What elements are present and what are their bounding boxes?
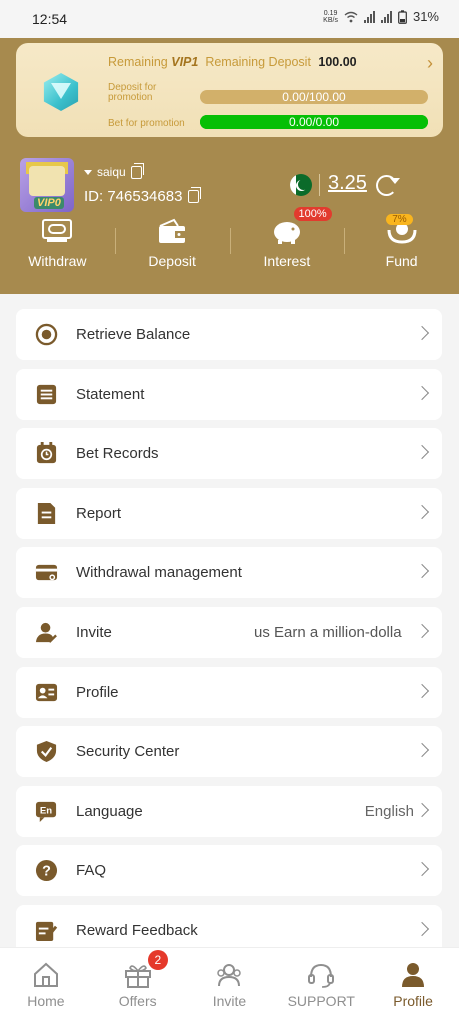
- report-icon: [37, 502, 56, 524]
- menu-item-security-center[interactable]: Security Center: [16, 726, 442, 778]
- invite-marquee: us Earn a million-dolla: [254, 623, 402, 641]
- menu-item-retrieve-balance[interactable]: Retrieve Balance: [16, 309, 442, 360]
- remaining-deposit-value: 100.00: [318, 55, 357, 69]
- action-interest[interactable]: 100% Interest: [229, 207, 345, 276]
- wifi-icon: [344, 11, 358, 22]
- chevron-right-icon: [414, 743, 430, 758]
- profile-card-icon: [35, 683, 58, 701]
- withdraw-icon: [42, 219, 73, 242]
- language-icon-text: En: [40, 805, 52, 816]
- battery-icon: [398, 9, 407, 24]
- balance-divider: [319, 174, 320, 196]
- profile-icon: [402, 963, 425, 987]
- copy-id-icon[interactable]: [188, 187, 202, 203]
- nav-offers[interactable]: 2 Offers: [92, 948, 184, 1024]
- status-icons: 0.19 KB/s 31%: [323, 9, 439, 24]
- headset-icon: [308, 963, 335, 988]
- nav-invite[interactable]: Invite: [184, 948, 276, 1024]
- quick-actions: Withdraw Deposit 100% Interest 7% Fund: [0, 207, 459, 276]
- action-fund[interactable]: 7% Fund: [344, 214, 459, 276]
- menu-item-profile[interactable]: Profile: [16, 666, 442, 718]
- vip-level: VIP1: [171, 55, 199, 69]
- nav-profile[interactable]: Profile: [367, 948, 459, 1024]
- faq-icon: ?: [35, 860, 58, 882]
- interest-badge: 100%: [293, 207, 332, 221]
- avatar-vip-badge: VIP0: [34, 197, 64, 209]
- menu-item-language[interactable]: En Language English: [16, 785, 442, 837]
- nav-home[interactable]: Home: [0, 948, 92, 1024]
- statement-icon: [36, 384, 57, 404]
- language-value: English: [364, 802, 414, 820]
- chevron-right-icon: [414, 862, 430, 877]
- menu-item-bet-records[interactable]: Bet Records: [16, 428, 442, 480]
- deposit-progress-bar: 0.00/100.00: [200, 90, 428, 104]
- action-withdraw[interactable]: Withdraw: [0, 216, 115, 276]
- chevron-right-icon: [414, 802, 430, 817]
- balance[interactable]: 3.25: [328, 172, 367, 195]
- avatar[interactable]: VIP0: [20, 158, 74, 212]
- bet-promotion-label: Bet for promotion: [108, 118, 185, 129]
- chevron-right-icon: [414, 385, 430, 400]
- vip-remaining-line: Remaining VIP1 Remaining Deposit 100.00: [108, 55, 357, 69]
- signal-icon-2: [380, 10, 392, 23]
- user-id-row: ID: 746534683: [84, 187, 202, 205]
- menu-item-statement[interactable]: Statement: [16, 368, 442, 420]
- interest-icon: [273, 222, 300, 244]
- shield-check-icon: [36, 741, 57, 763]
- action-deposit[interactable]: Deposit: [114, 216, 230, 276]
- language-icon: En: [35, 801, 57, 822]
- faq-icon-text: ?: [42, 864, 51, 880]
- bottom-nav: Home 2 Offers Invite SUPPORT Profile: [0, 947, 459, 1024]
- deposit-icon: [159, 218, 186, 243]
- fund-badge: 7%: [386, 214, 413, 225]
- chevron-right-icon: [414, 564, 430, 579]
- profile-header: Remaining VIP1 Remaining Deposit 100.00 …: [0, 38, 459, 294]
- status-time: 12:54: [32, 11, 68, 27]
- home-icon: [33, 962, 58, 987]
- signal-icon: [363, 10, 375, 23]
- battery-percent: 31%: [412, 9, 439, 24]
- retrieve-balance-icon: [35, 323, 58, 346]
- chevron-right-icon: [414, 445, 430, 460]
- invite-icon: [217, 964, 242, 987]
- user-id: ID: 746534683: [84, 188, 183, 205]
- chevron-right-icon: [414, 921, 430, 937]
- chevron-right-icon: [414, 683, 430, 698]
- copy-icon[interactable]: [130, 162, 144, 179]
- menu-item-report[interactable]: Report: [16, 487, 442, 539]
- network-speed: 0.19 KB/s: [323, 9, 338, 24]
- pakistan-flag-icon: [290, 174, 312, 196]
- username: saiqu: [97, 165, 126, 179]
- refresh-icon[interactable]: [376, 175, 400, 196]
- chevron-right-icon[interactable]: ›: [427, 53, 433, 74]
- menu-item-invite[interactable]: Invite us Earn a million-dolla: [16, 606, 442, 658]
- feedback-icon: [35, 921, 58, 941]
- bet-progress-bar: 0.00/0.00: [200, 115, 428, 129]
- username-row[interactable]: saiqu: [84, 162, 144, 179]
- nav-support[interactable]: SUPPORT: [275, 948, 367, 1024]
- menu-item-faq[interactable]: ? FAQ: [16, 845, 442, 897]
- offers-badge: 2: [147, 950, 168, 970]
- vip-card[interactable]: Remaining VIP1 Remaining Deposit 100.00 …: [16, 43, 443, 137]
- caret-down-icon: [84, 169, 92, 175]
- gift-icon: [124, 965, 151, 988]
- bet-records-icon: [36, 442, 57, 464]
- profile-menu: Retrieve Balance Statement Bet Records R…: [16, 309, 442, 965]
- deposit-promotion-label: Deposit for promotion: [108, 82, 157, 103]
- status-bar: 12:54 0.19 KB/s 31%: [0, 0, 459, 38]
- vip-gem-icon: [43, 73, 79, 111]
- chevron-right-icon: [414, 504, 430, 519]
- chevron-right-icon: [414, 325, 430, 341]
- invite-person-icon: [35, 622, 57, 643]
- menu-item-withdrawal-management[interactable]: Withdrawal management: [16, 547, 442, 599]
- withdrawal-card-icon: [35, 565, 58, 581]
